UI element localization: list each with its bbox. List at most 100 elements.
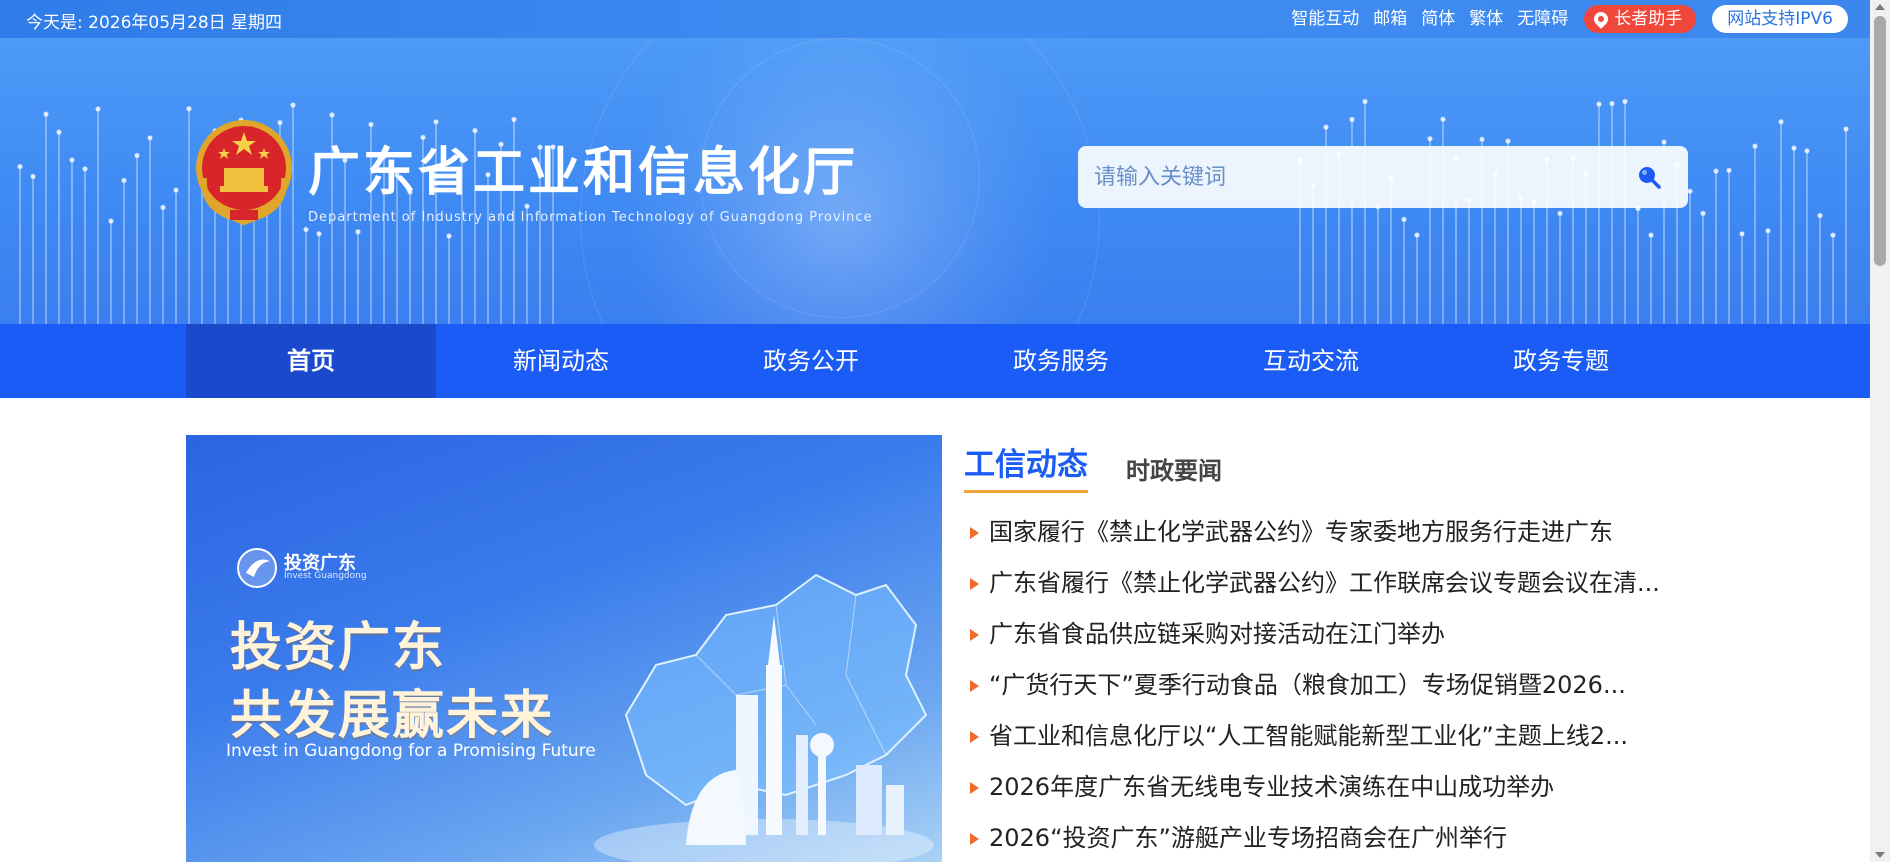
page-scrollbar[interactable] [1870,0,1890,862]
decorative-bar-dot [173,187,179,193]
scrollbar-thumb[interactable] [1874,16,1886,266]
list-item[interactable]: 省工业和信息化厅以“人工智能赋能新型工业化”主题上线2... [964,711,1684,762]
link-smart-interaction[interactable]: 智能互动 [1291,5,1359,33]
list-item[interactable]: “广货行天下”夏季行动食品（粮食加工）专场促销暨2026... [964,660,1684,711]
decorative-bar-dot [329,112,335,118]
decorative-bar-dot [1843,126,1849,132]
decorative-bar-dot [43,111,49,117]
decorative-bar-dot [147,135,153,141]
decorative-bar-dot [30,173,36,180]
decorative-bar-dot [1765,228,1771,234]
bullet-arrow-icon [970,731,979,743]
tab-current-affairs[interactable]: 时政要闻 [1126,451,1222,486]
decorative-bar-dot [355,229,361,235]
national-emblem-icon [196,120,292,226]
decorative-bar-dot [1414,232,1420,238]
search-icon[interactable] [1636,164,1662,190]
news-panel: 工信动态 时政要闻 国家履行《禁止化学武器公约》专家委地方服务行走进广东 广东省… [964,435,1684,852]
bullet-arrow-icon [970,527,979,539]
decorative-bar-dot [1648,232,1654,238]
link-accessibility[interactable]: 无障碍 [1517,5,1568,33]
hero-headline-2: 共发展赢未来 [230,685,555,746]
decorative-bar-dot [1830,232,1836,238]
decorative-bar-dot [433,119,439,125]
decorative-bar-dot [69,157,75,163]
bullet-arrow-icon [970,833,979,845]
decorative-bar-dot [160,204,166,211]
list-item[interactable]: 2026“投资广东”游艇产业专场招商会在广州举行 [964,813,1684,862]
decorative-bar-dot [1427,135,1433,142]
decorative-bar-dot [1687,188,1693,194]
decorative-bar-dot [368,121,374,128]
bullet-arrow-icon [970,578,979,590]
bullet-arrow-icon [970,782,979,794]
decorative-bar-dot [17,163,23,170]
decorative-bar-dot [1804,148,1810,154]
decorative-bar-dot [316,231,322,237]
decorative-bar-dot [1739,231,1745,237]
decorative-bar-dot [1752,143,1758,149]
nav-item-interaction[interactable]: 互动交流 [1186,324,1436,398]
decorative-bar-dot [303,226,309,233]
decorative-bar-dot [1362,98,1368,105]
decorative-bar-dot [186,105,192,112]
list-item[interactable]: 国家履行《禁止化学武器公约》专家委地方服务行走进广东 [964,507,1684,558]
nav-item-topics[interactable]: 政务专题 [1436,324,1686,398]
decorative-bar-dot [1479,136,1485,143]
decorative-bar-dot [1700,210,1706,217]
news-tabs: 工信动态 时政要闻 [964,435,1684,493]
nav-item-gov-service[interactable]: 政务服务 [936,324,1186,398]
decorative-bar-dot [290,102,296,108]
bullet-arrow-icon [970,680,979,692]
decorative-bar-dot [1817,212,1823,219]
nav-item-news[interactable]: 新闻动态 [436,324,686,398]
link-mailbox[interactable]: 邮箱 [1373,5,1407,33]
decorative-bar-dot [1596,101,1602,107]
hero-banner[interactable]: 投资广东 Invest Guangdong 投资广东 共发展赢未来 Invest… [186,435,942,862]
decorative-bar-dot [1505,138,1511,144]
decorative-bar-dot [1440,116,1446,122]
search-box [1078,146,1688,208]
decorative-bar-dot [1791,145,1797,151]
header-banner: 广东省工业和信息化厅 Department of Industry and In… [0,38,1870,324]
decorative-bar-dot [1401,216,1407,223]
decorative-bar-dot [1726,167,1732,174]
ipv6-badge[interactable]: 网站支持IPV6 [1712,5,1848,33]
decorative-bar-dot [1609,100,1615,107]
list-item[interactable]: 2026年度广东省无线电专业技术演练在中山成功举办 [964,762,1684,813]
decorative-bar-dot [511,116,517,123]
decorative-bar-dot [95,106,101,112]
elder-assistant-label: 长者助手 [1614,9,1683,29]
scroll-up-icon[interactable] [1875,4,1885,10]
guangdong-map-illustration [594,573,934,862]
location-pin-icon [1591,9,1612,29]
bullet-arrow-icon [970,629,979,641]
link-traditional[interactable]: 繁体 [1469,5,1503,33]
decorative-bar-dot [82,166,88,172]
decorative-bar-dot [1622,98,1628,105]
current-date: 今天是: 2026年05月28日 星期四 [26,13,283,33]
elder-assistant-button[interactable]: 长者助手 [1584,5,1697,33]
decorative-bar-dot [1349,116,1355,123]
scroll-down-icon[interactable] [1875,852,1885,858]
decorative-bar-dot [1778,119,1784,125]
decorative-bar-dot [1713,168,1719,174]
link-simplified[interactable]: 简体 [1421,5,1455,33]
decorative-bar-dot [134,152,140,159]
invest-guangdong-logo-icon [237,548,277,588]
list-item[interactable]: 广东省食品供应链采购对接活动在江门举办 [964,609,1684,660]
list-item[interactable]: 广东省履行《禁止化学武器公约》工作联席会议专题会议在清... [964,558,1684,609]
tab-industry-news[interactable]: 工信动态 [964,439,1088,493]
decorative-bar-dot [1557,210,1563,217]
hero-english-slogan: Invest in Guangdong for a Promising Futu… [226,741,596,761]
decorative-bar-dot [446,233,452,239]
decorative-bar-dot [121,177,127,184]
top-links: 智能互动 邮箱 简体 繁体 无障碍 长者助手 网站支持IPV6 [1277,5,1848,33]
nav-item-gov-open[interactable]: 政务公开 [686,324,936,398]
decorative-bar-dot [1323,124,1329,130]
decorative-bar-dot [56,129,62,135]
search-input[interactable] [1094,160,1614,194]
decorative-bar-dot [1661,139,1667,145]
nav-item-home[interactable]: 首页 [186,324,436,398]
main-nav: 首页 新闻动态 政务公开 政务服务 互动交流 政务专题 [0,324,1870,398]
